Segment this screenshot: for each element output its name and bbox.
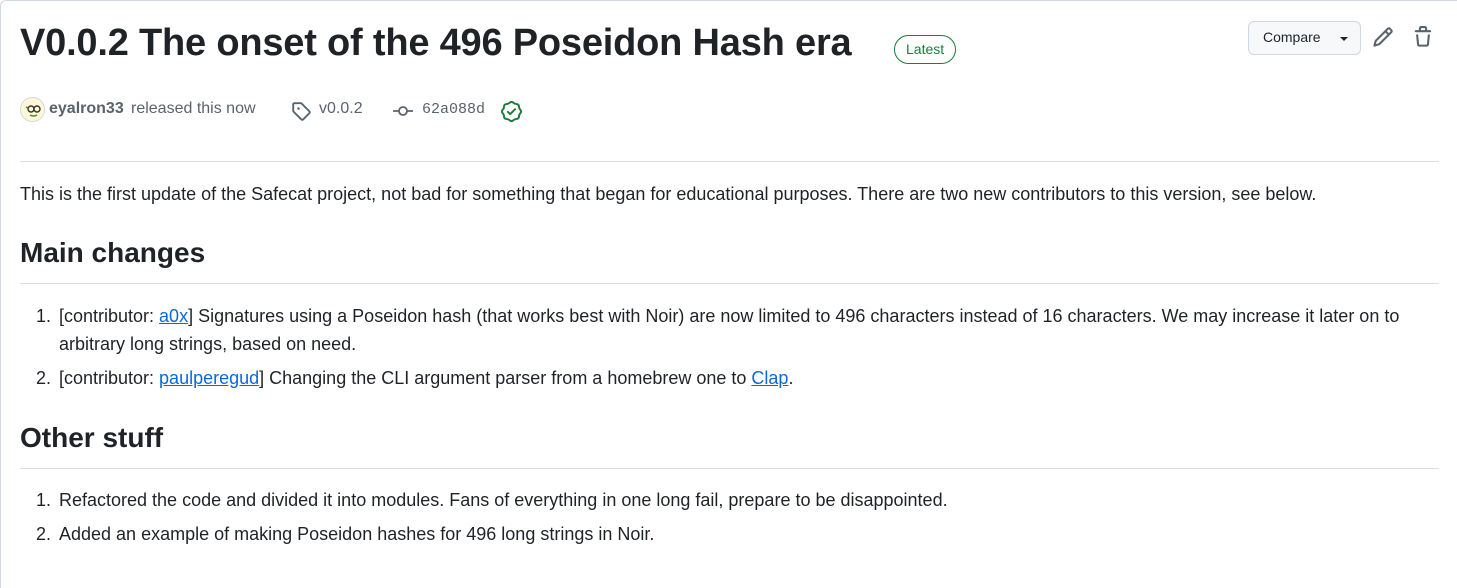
avatar[interactable] xyxy=(20,97,45,122)
list-number: 1. xyxy=(36,306,52,326)
contributor-link-a0x[interactable]: a0x xyxy=(159,306,188,326)
list-item: 1. [contributor: a0x] Signatures using a… xyxy=(20,302,1440,358)
trash-icon[interactable] xyxy=(1412,26,1434,48)
chevron-down-icon xyxy=(1340,37,1348,41)
list-item: 1. Refactored the code and divided it in… xyxy=(20,486,1440,514)
compare-button[interactable]: Compare xyxy=(1248,21,1361,55)
release-title: V0.0.2 The onset of the 496 Poseidon Has… xyxy=(20,22,852,64)
tag-icon xyxy=(292,102,311,121)
latest-badge: Latest xyxy=(894,35,957,64)
compare-label: Compare xyxy=(1263,29,1321,45)
release-card: V0.0.2 The onset of the 496 Poseidon Has… xyxy=(0,0,1457,588)
clap-link[interactable]: Clap xyxy=(751,368,788,388)
release-intro: This is the first update of the Safecat … xyxy=(20,184,1317,204)
heading-divider xyxy=(20,468,1439,469)
main-changes-list: 1. [contributor: a0x] Signatures using a… xyxy=(20,302,1440,398)
commit-link[interactable]: 62a088d xyxy=(422,101,485,118)
list-item-text: Refactored the code and divided it into … xyxy=(59,490,948,510)
verified-icon[interactable] xyxy=(501,101,522,122)
pencil-icon[interactable] xyxy=(1372,26,1394,48)
list-item-text: Added an example of making Poseidon hash… xyxy=(59,524,655,544)
contributor-prefix: [contributor: xyxy=(59,368,160,388)
other-stuff-heading: Other stuff xyxy=(20,422,164,453)
other-stuff-list: 1. Refactored the code and divided it in… xyxy=(20,486,1440,554)
main-changes-heading: Main changes xyxy=(20,237,206,268)
heading-divider xyxy=(20,283,1439,284)
commit-icon xyxy=(393,106,413,116)
list-item: 2. [contributor: paulperegud] Changing t… xyxy=(20,364,1440,392)
author-link[interactable]: eyalron33 xyxy=(49,100,124,118)
list-item-suffix: . xyxy=(788,368,794,388)
released-text: released this now xyxy=(131,100,256,117)
divider xyxy=(20,161,1439,162)
list-item-text: ] Changing the CLI argument parser from … xyxy=(259,368,752,388)
tag-link[interactable]: v0.0.2 xyxy=(319,100,363,118)
list-number: 2. xyxy=(36,368,52,388)
list-item-text: ] Signatures using a Poseidon hash (that… xyxy=(59,306,1400,354)
contributor-link-paulperegud[interactable]: paulperegud xyxy=(159,368,259,388)
contributor-prefix: [contributor: xyxy=(59,306,160,326)
list-number: 2. xyxy=(36,524,52,544)
list-number: 1. xyxy=(36,490,52,510)
list-item: 2. Added an example of making Poseidon h… xyxy=(20,520,1440,548)
